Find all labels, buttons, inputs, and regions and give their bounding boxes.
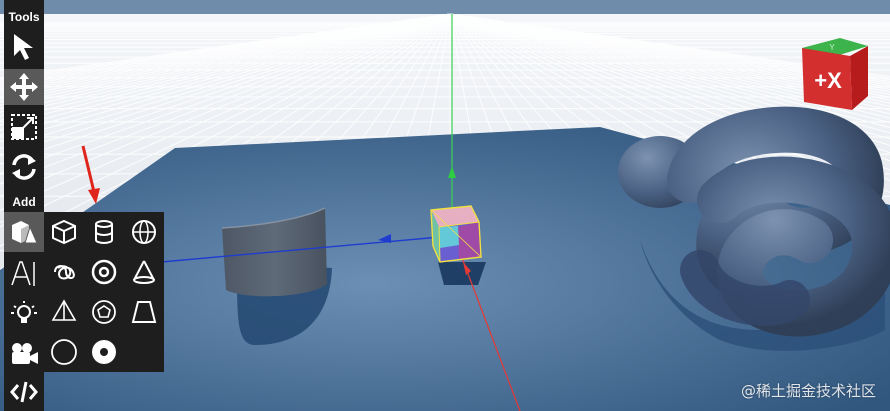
sphere-icon <box>132 220 156 244</box>
add-cube-button[interactable] <box>44 212 84 252</box>
rotate-tool-button[interactable] <box>4 149 44 185</box>
torus-knot-icon <box>54 265 75 280</box>
view-cube-front-label: +X <box>814 68 842 93</box>
watermark: @稀土掘金技术社区 <box>740 382 876 400</box>
scale-tool-button[interactable] <box>4 109 44 145</box>
primitive-submenu <box>44 212 164 372</box>
add-torus-button[interactable] <box>84 252 124 292</box>
add-cone-button[interactable] <box>124 252 164 292</box>
tetrahedron-icon <box>51 299 77 321</box>
add-torus-knot-button[interactable] <box>44 252 84 292</box>
cube-icon <box>52 219 76 245</box>
add-label: Add <box>12 195 36 209</box>
add-circle-button[interactable] <box>44 332 84 372</box>
add-tetrahedron-button[interactable] <box>44 292 84 332</box>
add-camera-button[interactable] <box>4 334 44 374</box>
left-toolbar: Tools Add <box>4 0 44 411</box>
add-ring-button[interactable] <box>84 332 124 372</box>
selected-cube[interactable] <box>430 205 482 263</box>
move-tool-button[interactable] <box>4 69 44 105</box>
text-icon <box>11 261 35 286</box>
ring-icon <box>92 340 116 364</box>
light-bulb-icon <box>11 301 37 323</box>
view-cube-top-label: Y <box>829 43 835 52</box>
add-primitive-button[interactable] <box>4 212 44 252</box>
cube-shadow <box>438 262 486 285</box>
code-icon <box>10 381 38 403</box>
camera-icon <box>12 343 38 364</box>
circle-icon <box>51 339 77 365</box>
viewport-top-strip <box>0 0 890 14</box>
annotation-arrow <box>81 145 100 204</box>
add-frustum-button[interactable] <box>124 292 164 332</box>
cone-icon <box>133 260 155 284</box>
torus-icon <box>91 259 117 285</box>
tools-label: Tools <box>8 10 40 24</box>
cylinder-icon <box>95 220 113 244</box>
add-script-button[interactable] <box>4 374 44 410</box>
add-dodecahedron-button[interactable] <box>84 292 124 332</box>
primitives-icon <box>12 221 38 244</box>
view-cube-side-face[interactable] <box>850 46 868 110</box>
move-icon <box>10 73 38 101</box>
dodecahedron-icon <box>92 300 116 324</box>
frustum-icon <box>131 301 157 323</box>
select-tool-button[interactable] <box>4 29 44 65</box>
orientation-view-cube[interactable]: Y +X <box>796 36 872 118</box>
add-cylinder-button[interactable] <box>84 212 124 252</box>
scale-icon <box>11 114 37 140</box>
add-light-button[interactable] <box>4 294 44 334</box>
add-sphere-button[interactable] <box>124 212 164 252</box>
select-arrow-icon <box>14 34 33 60</box>
rotate-icon <box>12 154 36 180</box>
add-text-button[interactable] <box>4 254 44 294</box>
